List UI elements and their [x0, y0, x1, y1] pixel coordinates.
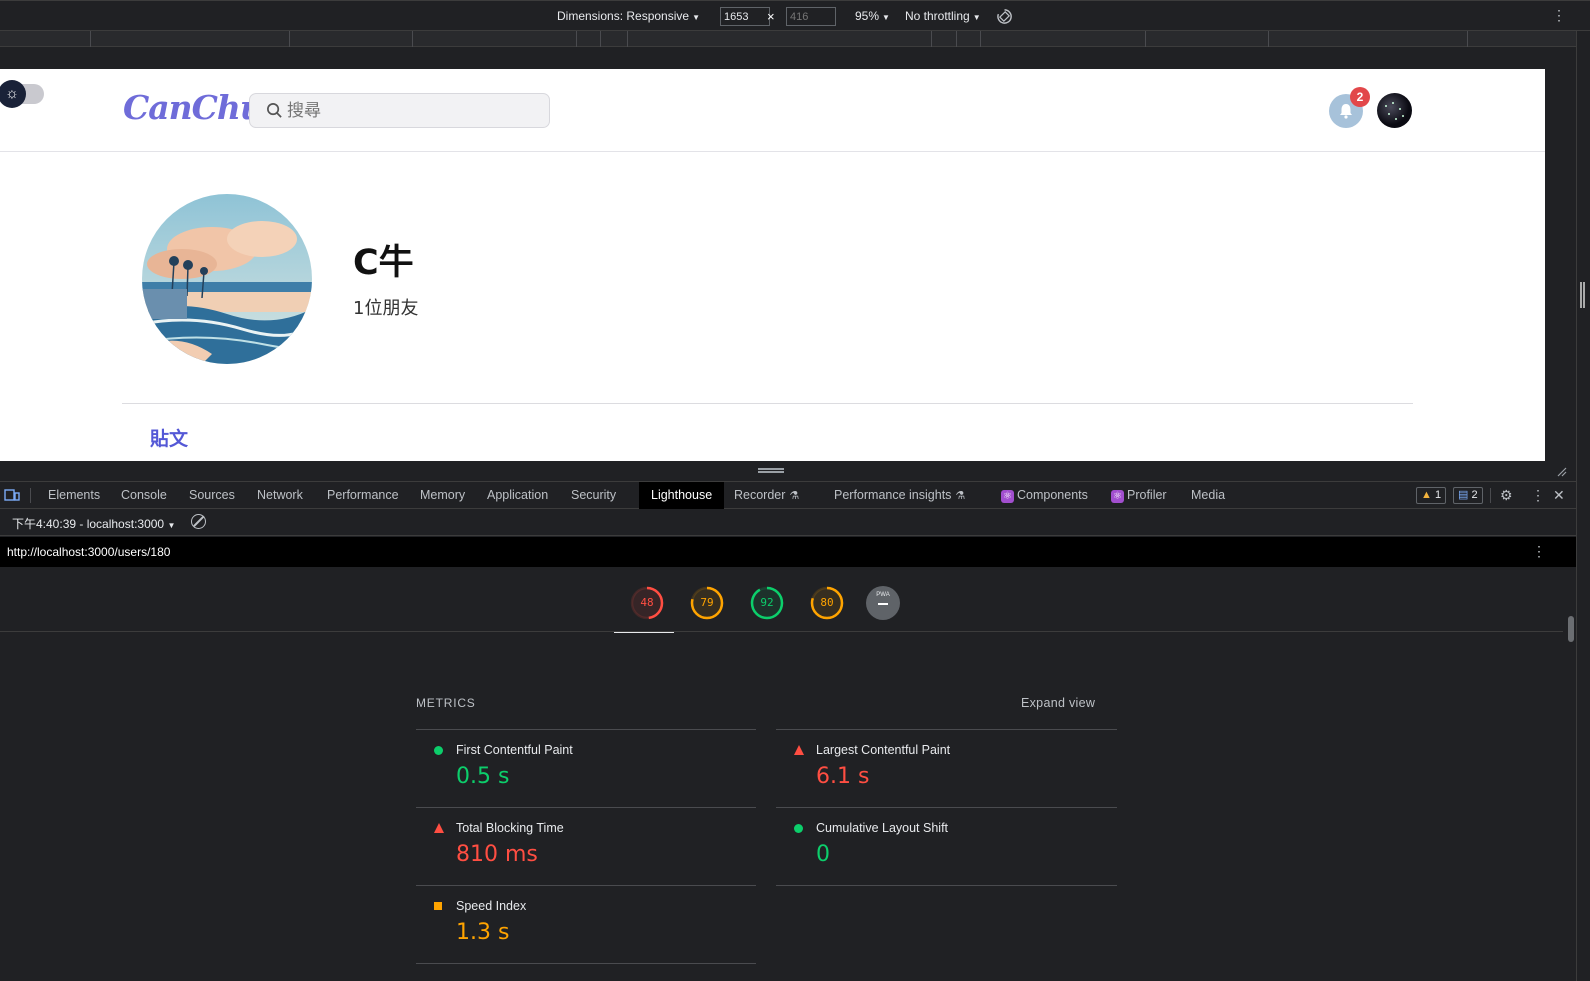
metrics-title: METRICS [416, 696, 476, 710]
report-url-bar: http://localhost:3000/users/180 ⋮ [0, 537, 1576, 567]
score-gauge[interactable]: 48 [630, 586, 664, 620]
tab-sources[interactable]: Sources [189, 482, 235, 509]
tab-media[interactable]: Media [1191, 482, 1225, 509]
devtools-window: Dimensions: Responsive▼ × 95%▼ No thrott… [0, 0, 1590, 981]
tab-application[interactable]: Application [487, 482, 548, 509]
lighthouse-toolbar: 下午4:40:39 - localhost:3000 ▼ [0, 509, 1576, 536]
gauge-score: 48 [640, 596, 654, 609]
average-indicator-icon [434, 902, 442, 910]
gauge-score: 92 [760, 596, 774, 609]
user-avatar[interactable] [1377, 93, 1412, 128]
more-vert-icon[interactable]: ⋮ [1531, 487, 1545, 504]
tab-memory[interactable]: Memory [420, 482, 465, 509]
times-sign: × [767, 9, 775, 24]
flask-icon: ⚗ [955, 490, 966, 502]
site-logo[interactable]: CanChu [123, 88, 264, 127]
pwa-label: PWA [876, 592, 890, 598]
search-icon [267, 103, 282, 118]
friends-count[interactable]: 1位朋友 [353, 294, 418, 320]
report-url: http://localhost:3000/users/180 [7, 545, 171, 559]
tab-network[interactable]: Network [257, 482, 303, 509]
flask-icon: ⚗ [789, 490, 800, 502]
gauge-score: 79 [700, 596, 714, 609]
metric-value: 0.5 s [456, 764, 510, 789]
gauge-score: 80 [820, 596, 834, 609]
tab-elements[interactable]: Elements [48, 482, 100, 509]
sun-icon: ☼ [0, 80, 26, 108]
messages-counter[interactable]: ▤ 2 [1453, 487, 1483, 504]
pwa-badge[interactable]: PWA [866, 586, 900, 620]
react-icon: ⚛ [1111, 490, 1124, 503]
warning-icon: ▲ [1421, 489, 1432, 501]
message-icon: ▤ [1458, 489, 1469, 501]
page-viewport: ☼ CanChu 2 [0, 69, 1545, 461]
tab-security[interactable]: Security [571, 482, 616, 509]
rotate-icon[interactable] [996, 8, 1013, 25]
theme-toggle[interactable]: ☼ [0, 80, 44, 108]
metric-value: 1.3 s [456, 920, 510, 945]
metric-value: 6.1 s [816, 764, 870, 789]
zoom-dropdown[interactable]: 95% ▼ [855, 9, 890, 23]
more-vert-icon[interactable]: ⋮ [1532, 543, 1546, 560]
tab-components[interactable]: ⚛ Components [1001, 482, 1088, 509]
expand-view-toggle[interactable]: Expand view [1021, 696, 1095, 710]
pass-indicator-icon [434, 746, 443, 755]
tab-performance[interactable]: Performance [327, 482, 399, 509]
dimensions-dropdown[interactable]: Dimensions: Responsive ▼ [557, 9, 700, 23]
metric-label: Speed Index [456, 899, 527, 913]
notification-badge: 2 [1350, 87, 1370, 107]
profile-picture [142, 194, 312, 364]
lighthouse-report [0, 567, 1576, 981]
pass-indicator-icon [794, 824, 803, 833]
metric-label: Largest Contentful Paint [816, 743, 951, 757]
metric-label: Total Blocking Time [456, 821, 564, 835]
gear-icon[interactable]: ⚙ [1500, 487, 1513, 504]
warnings-counter[interactable]: ▲ 1 [1416, 487, 1447, 504]
score-gauge[interactable]: 80 [810, 586, 844, 620]
devtools-tabbar: Elements Console Sources Network Perform… [0, 481, 1576, 509]
device-toolbar: Dimensions: Responsive▼ × 95%▼ No thrott… [0, 0, 1590, 31]
score-gauge[interactable]: 92 [750, 586, 784, 620]
profile-name: C牛 [353, 243, 414, 283]
metric-label: Cumulative Layout Shift [816, 821, 949, 835]
device-mode-icon[interactable] [4, 488, 20, 502]
height-input[interactable] [786, 7, 836, 26]
drawer-resize-handle[interactable] [758, 468, 784, 473]
clear-icon[interactable] [191, 514, 206, 529]
tab-lighthouse[interactable]: Lighthouse [639, 482, 725, 509]
metric-value: 0 [816, 842, 830, 867]
search-box[interactable] [249, 93, 550, 128]
tab-console[interactable]: Console [121, 482, 167, 509]
fail-indicator-icon [794, 745, 804, 755]
tab-performance-insights[interactable]: Performance insights ⚗ [834, 482, 965, 509]
fail-indicator-icon [434, 823, 444, 833]
tab-posts[interactable]: 貼文 [150, 424, 188, 451]
viewport-resizer[interactable] [1576, 31, 1590, 981]
more-vert-icon[interactable]: ⋮ [1552, 7, 1566, 24]
corner-resize-icon[interactable] [1557, 467, 1567, 477]
media-query-ruler [0, 31, 1576, 47]
tab-recorder[interactable]: Recorder ⚗ [734, 482, 799, 509]
throttling-dropdown[interactable]: No throttling ▼ [905, 9, 981, 23]
metric-label: First Contentful Paint [456, 743, 573, 757]
resize-grip-icon[interactable] [1580, 282, 1585, 308]
report-selector[interactable]: 下午4:40:39 - localhost:3000 ▼ [12, 515, 175, 532]
bell-icon [1340, 104, 1352, 119]
score-gauge[interactable]: 79 [690, 586, 724, 620]
metric-value: 810 ms [456, 842, 538, 867]
close-icon[interactable]: ✕ [1553, 487, 1565, 504]
width-input[interactable] [720, 7, 770, 26]
report-scrollbar[interactable] [1567, 616, 1575, 981]
react-icon: ⚛ [1001, 490, 1014, 503]
tab-profiler[interactable]: ⚛ Profiler [1111, 482, 1167, 509]
search-input[interactable] [287, 100, 527, 122]
